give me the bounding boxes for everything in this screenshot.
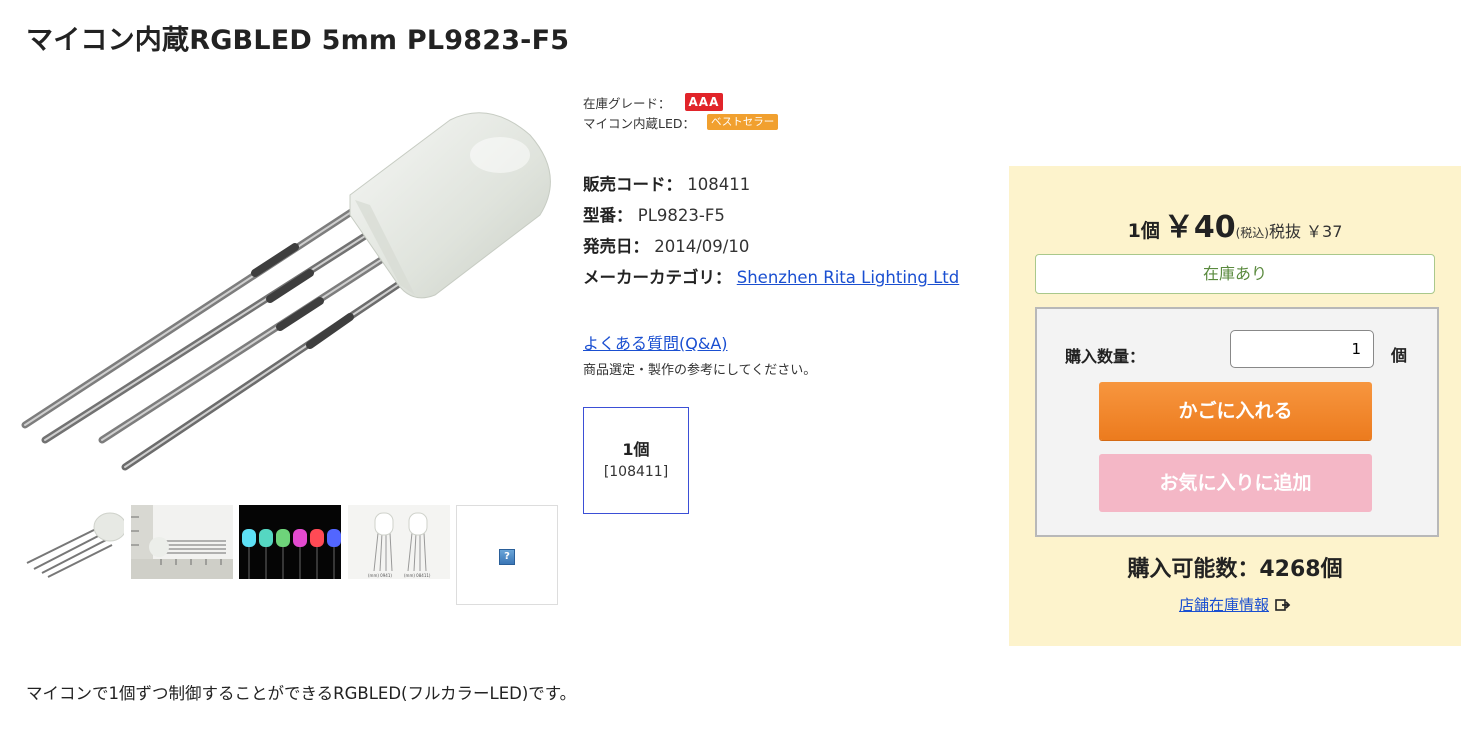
spec-model: 型番： PL9823-F5 <box>583 200 978 231</box>
thumbnail-led-angled[interactable] <box>22 505 124 579</box>
spec-release: 発売日： 2014/09/10 <box>583 231 978 262</box>
spec-maker-label: メーカーカテゴリ： <box>583 268 732 287</box>
stock-status: 在庫あり <box>1035 254 1435 294</box>
thumbnail-label-right: (mm) 08411) <box>404 573 431 578</box>
add-to-cart-button[interactable]: かごに入れる <box>1099 382 1372 440</box>
external-link-icon[interactable] <box>1275 598 1291 616</box>
thumbnail-led-pair[interactable]: (mm) 0941) (mm) 08411) <box>348 505 450 579</box>
spec-release-value: 2014/09/10 <box>654 237 750 256</box>
missing-image-icon: ? <box>499 549 515 565</box>
variant-code: [108411] <box>603 464 669 480</box>
thumbnail-led-ruler[interactable] <box>131 505 233 579</box>
price-value: ￥40 <box>1163 210 1236 245</box>
price-row: 1個 ￥40(税込)税抜 ￥37 <box>1009 202 1461 246</box>
spec-code-value: 108411 <box>687 175 751 194</box>
stock-grade-badge: AAA <box>684 93 724 111</box>
price-unit: 1個 <box>1127 220 1160 242</box>
category-rank-row: マイコン内蔵LED： ベストセラー <box>583 112 983 132</box>
stock-grade-label: 在庫グレード： <box>583 95 671 111</box>
spec-maker: メーカーカテゴリ： Shenzhen Rita Lighting Ltd <box>583 262 978 293</box>
store-stock-link[interactable]: 店舗在庫情報 <box>1179 596 1269 614</box>
product-description: マイコンで1個ずつ制御することができるRGBLED(フルカラーLED)です。 <box>26 684 577 703</box>
maker-link[interactable]: Shenzhen Rita Lighting Ltd <box>737 268 959 287</box>
faq-note: 商品選定・製作の参考にしてください。 <box>583 363 817 378</box>
variant-quantity: 1個 <box>622 440 650 459</box>
thumbnail-led-colors[interactable] <box>239 505 341 579</box>
product-main-image <box>20 95 565 490</box>
product-badges: 在庫グレード： AAA マイコン内蔵LED： ベストセラー <box>583 92 983 132</box>
stock-grade-row: 在庫グレード： AAA <box>583 92 983 112</box>
price-tax-included: (税込) <box>1235 226 1269 240</box>
spec-code: 販売コード： 108411 <box>583 169 978 200</box>
variant-option-selected[interactable]: 1個 [108411] <box>583 407 689 514</box>
spec-code-label: 販売コード： <box>583 175 682 194</box>
bestseller-badge: ベストセラー <box>707 114 779 130</box>
page-title: マイコン内蔵RGBLED 5mm PL9823-F5 <box>26 25 570 56</box>
purchase-panel: 1個￥40(税込)税抜 ￥37 在庫あり 購入数量： 個 かごに入れる お気に入… <box>1009 166 1461 646</box>
product-specs: 販売コード： 108411 型番： PL9823-F5 発売日： 2014/09… <box>583 169 978 293</box>
spec-model-value: PL9823-F5 <box>637 206 725 225</box>
quantity-box: 購入数量： 個 かごに入れる お気に入りに追加 <box>1035 307 1439 537</box>
spec-model-label: 型番： <box>583 206 633 225</box>
spec-release-label: 発売日： <box>583 237 649 256</box>
price-tax-excluded: 税抜 ￥37 <box>1268 222 1343 241</box>
available-quantity: 購入可能数：4268個 <box>1127 557 1343 582</box>
add-to-favorites-button[interactable]: お気に入りに追加 <box>1099 454 1372 512</box>
store-stock-row: 店舗在庫情報 <box>1009 594 1461 616</box>
thumbnail-missing-image[interactable]: ? <box>456 505 558 605</box>
quantity-input[interactable] <box>1230 330 1374 368</box>
quantity-label: 購入数量： <box>1065 347 1146 366</box>
category-label: マイコン内蔵LED： <box>583 115 695 131</box>
thumbnail-label-left: (mm) 0941) <box>368 573 392 578</box>
quantity-unit: 個 <box>1391 346 1408 365</box>
faq-link[interactable]: よくある質問(Q&A) <box>583 330 728 354</box>
